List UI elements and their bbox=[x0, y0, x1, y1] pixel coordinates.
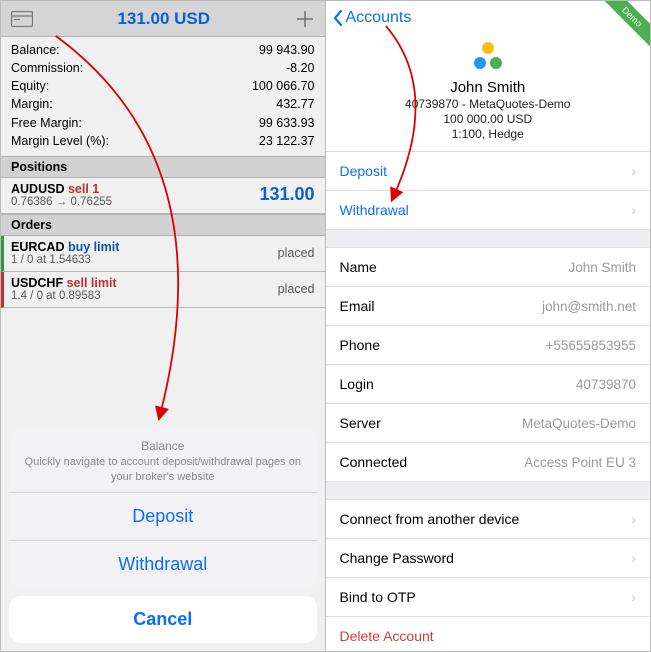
account-login-server: 40739870 - MetaQuotes-Demo bbox=[326, 97, 651, 111]
info-connected: Connected Access Point EU 3 bbox=[326, 443, 651, 482]
info-login: Login 40739870 bbox=[326, 365, 651, 404]
broker-logo-icon bbox=[470, 39, 506, 75]
balance-action-sheet: Balance Quickly navigate to account depo… bbox=[9, 429, 317, 643]
chevron-right-icon: › bbox=[631, 202, 636, 218]
account-balance: 100 000.00 USD bbox=[326, 112, 651, 126]
account-profile: John Smith 40739870 - MetaQuotes-Demo 10… bbox=[326, 35, 651, 152]
account-leverage: 1:100, Hedge bbox=[326, 127, 651, 141]
deposit-button[interactable]: Deposit bbox=[9, 492, 317, 540]
back-accounts[interactable]: Accounts bbox=[332, 9, 412, 27]
chevron-right-icon: › bbox=[631, 163, 636, 179]
cancel-button[interactable]: Cancel bbox=[9, 596, 317, 643]
delete-account[interactable]: Delete Account bbox=[326, 617, 651, 651]
chevron-right-icon: › bbox=[631, 511, 636, 527]
info-name: Name John Smith bbox=[326, 248, 651, 287]
info-server: Server MetaQuotes-Demo bbox=[326, 404, 651, 443]
change-password[interactable]: Change Password › bbox=[326, 539, 651, 578]
chevron-right-icon: › bbox=[631, 550, 636, 566]
chevron-right-icon: › bbox=[631, 589, 636, 605]
info-phone: Phone +55655853955 bbox=[326, 326, 651, 365]
withdrawal-button[interactable]: Withdrawal bbox=[9, 540, 317, 588]
bind-to-otp[interactable]: Bind to OTP › bbox=[326, 578, 651, 617]
nav-bar: Accounts bbox=[326, 1, 651, 35]
sheet-title: Balance bbox=[23, 439, 303, 453]
account-name: John Smith bbox=[326, 79, 651, 96]
deposit-row[interactable]: Deposit › bbox=[326, 152, 651, 191]
withdrawal-row[interactable]: Withdrawal › bbox=[326, 191, 651, 230]
sheet-desc: Quickly navigate to account deposit/with… bbox=[23, 455, 303, 484]
info-email: Email john@smith.net bbox=[326, 287, 651, 326]
connect-another-device[interactable]: Connect from another device › bbox=[326, 500, 651, 539]
